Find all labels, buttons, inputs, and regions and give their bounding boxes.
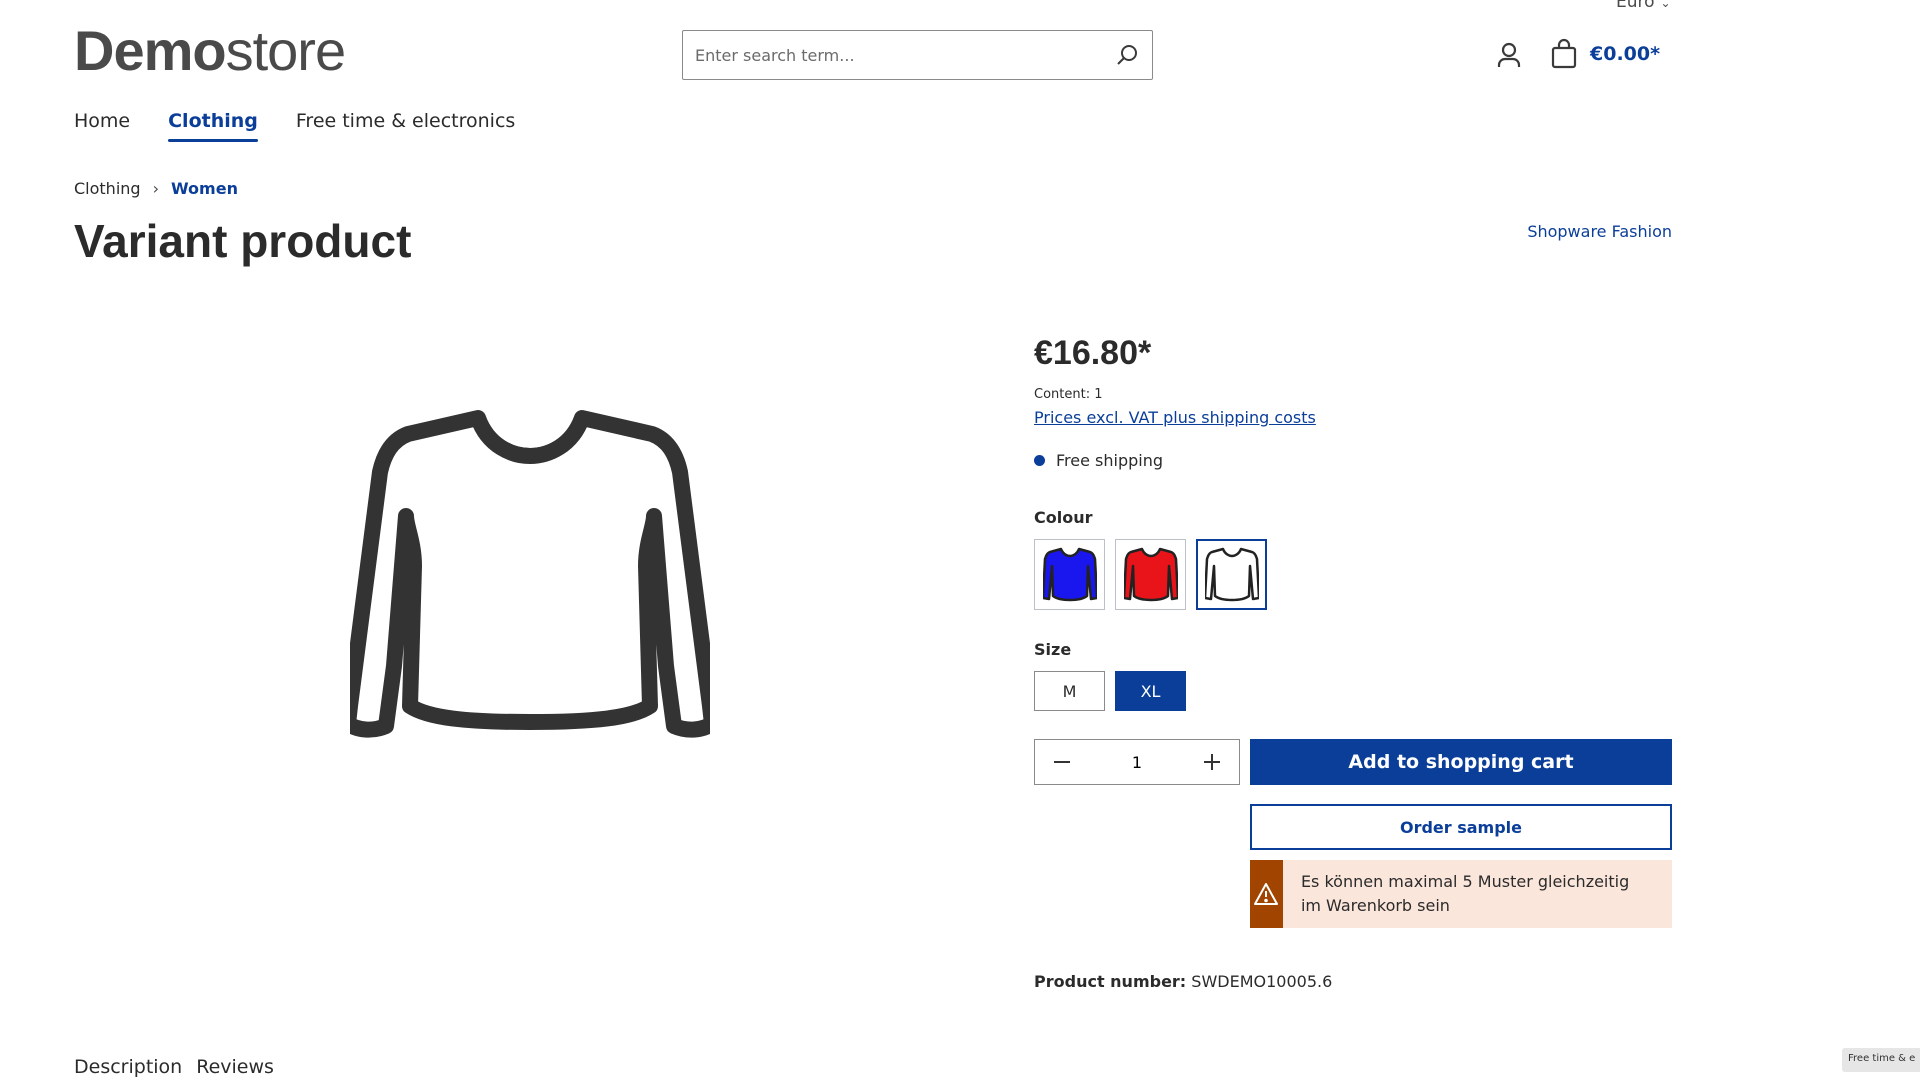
logo-light-text: store bbox=[225, 19, 346, 82]
breadcrumb: Clothing › Women bbox=[74, 179, 238, 198]
breadcrumb-clothing[interactable]: Clothing bbox=[74, 179, 141, 198]
buy-row: Add to shopping cart bbox=[1034, 739, 1672, 785]
plus-icon bbox=[1204, 754, 1220, 770]
chevron-right-icon: › bbox=[152, 179, 159, 198]
account-button[interactable] bbox=[1494, 40, 1524, 70]
quantity-stepper bbox=[1034, 739, 1240, 785]
size-option-xl[interactable]: XL bbox=[1115, 671, 1186, 711]
colour-label: Colour bbox=[1034, 508, 1093, 527]
main-navigation: Home Clothing Free time & electronics bbox=[74, 110, 515, 142]
search-input[interactable] bbox=[683, 31, 1102, 79]
shirt-blue-icon bbox=[1042, 547, 1097, 601]
tab-reviews[interactable]: Reviews bbox=[196, 1056, 274, 1078]
sample-limit-alert: Es können maximal 5 Muster gleichzeitig … bbox=[1250, 860, 1672, 928]
size-options: M XL bbox=[1034, 671, 1672, 711]
tab-description[interactable]: Description bbox=[74, 1056, 182, 1078]
currency-label: Euro bbox=[1616, 0, 1655, 12]
colour-option-blue[interactable] bbox=[1034, 539, 1105, 610]
manufacturer-link[interactable]: Shopware Fashion bbox=[1527, 222, 1672, 241]
delivery-text: Free shipping bbox=[1056, 451, 1164, 470]
product-number-value: SWDEMO10005.6 bbox=[1191, 972, 1333, 991]
sample-section: Order sample Es können maximal 5 Muster … bbox=[1250, 804, 1672, 928]
search-button[interactable] bbox=[1102, 31, 1152, 79]
search-box bbox=[682, 30, 1153, 80]
colour-option-white[interactable] bbox=[1196, 539, 1267, 610]
warning-icon bbox=[1250, 860, 1283, 928]
quantity-increase-button[interactable] bbox=[1197, 747, 1227, 777]
size-option-m[interactable]: M bbox=[1034, 671, 1105, 711]
product-tabs: Description Reviews bbox=[74, 1056, 274, 1078]
nav-item-home[interactable]: Home bbox=[74, 110, 130, 138]
nav-item-free-time-electronics[interactable]: Free time & electronics bbox=[296, 110, 515, 138]
delivery-status-dot bbox=[1034, 455, 1045, 466]
minus-icon bbox=[1054, 761, 1070, 763]
product-number: Product number: SWDEMO10005.6 bbox=[1034, 972, 1672, 991]
product-price: €16.80* bbox=[1034, 334, 1152, 372]
shirt-red-icon bbox=[1123, 547, 1178, 601]
currency-switcher[interactable]: Euro ⌄ bbox=[1616, 0, 1671, 12]
floating-hint[interactable]: Free time & e bbox=[1842, 1048, 1920, 1072]
order-sample-button[interactable]: Order sample bbox=[1250, 804, 1672, 850]
user-icon bbox=[1497, 42, 1521, 67]
content-info: Content: 1 bbox=[1034, 387, 1103, 402]
product-number-label: Product number: bbox=[1034, 972, 1187, 991]
nav-item-clothing[interactable]: Clothing bbox=[168, 110, 258, 142]
shopping-bag-icon bbox=[1551, 38, 1577, 69]
store-logo[interactable]: Demostore bbox=[74, 19, 346, 82]
alert-message: Es können maximal 5 Muster gleichzeitig … bbox=[1300, 872, 1630, 915]
quantity-decrease-button[interactable] bbox=[1047, 747, 1077, 777]
cart-total: €0.00* bbox=[1590, 43, 1661, 65]
logo-bold-text: Demo bbox=[74, 19, 227, 82]
colour-options bbox=[1034, 539, 1672, 610]
shirt-outline-icon bbox=[340, 410, 720, 738]
add-to-cart-button[interactable]: Add to shopping cart bbox=[1250, 739, 1672, 785]
cart-button[interactable]: €0.00* bbox=[1550, 38, 1660, 70]
quantity-input[interactable] bbox=[1107, 752, 1167, 772]
shirt-white-icon bbox=[1204, 547, 1259, 601]
tax-shipping-link[interactable]: Prices excl. VAT plus shipping costs bbox=[1034, 408, 1316, 427]
product-title: Variant product bbox=[74, 215, 412, 267]
chevron-down-icon: ⌄ bbox=[1660, 0, 1671, 10]
product-image[interactable] bbox=[340, 398, 720, 778]
search-icon bbox=[1117, 45, 1137, 65]
buy-box: €16.80* Content: 1 Prices excl. VAT plus… bbox=[1034, 334, 1672, 991]
size-label: Size bbox=[1034, 640, 1072, 659]
colour-option-red[interactable] bbox=[1115, 539, 1186, 610]
breadcrumb-women[interactable]: Women bbox=[171, 179, 238, 198]
delivery-info: Free shipping bbox=[1034, 451, 1672, 470]
